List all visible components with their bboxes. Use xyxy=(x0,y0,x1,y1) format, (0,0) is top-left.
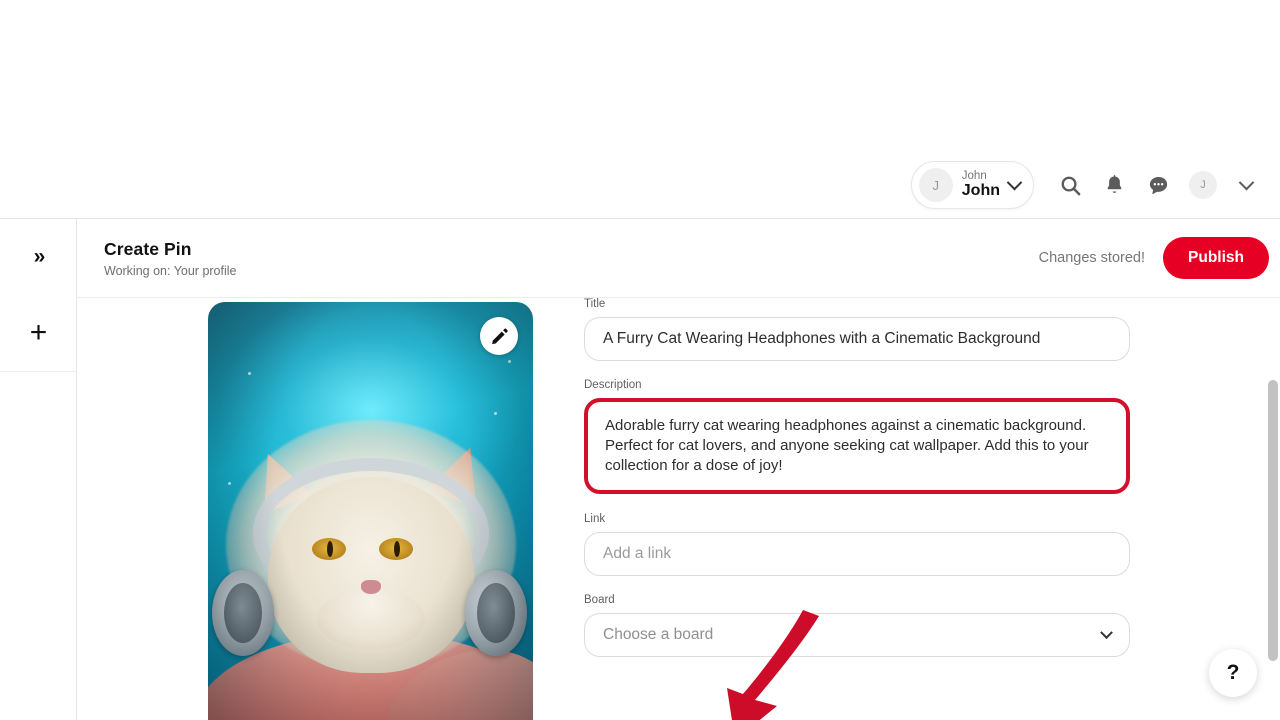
page-root: #5 J John John xyxy=(0,0,1280,720)
account-switcher[interactable]: J John John xyxy=(910,161,1034,209)
chevron-down-icon xyxy=(1100,625,1113,639)
description-label: Description xyxy=(584,379,642,391)
bell-icon xyxy=(1107,174,1121,193)
question-mark-icon: ? xyxy=(1226,661,1240,684)
save-status-text: Changes stored! xyxy=(1038,250,1146,266)
account-avatar: J xyxy=(918,168,953,202)
rail-divider xyxy=(0,371,77,372)
account-name-primary: John xyxy=(961,182,1000,200)
account-name-secondary: John xyxy=(961,170,987,183)
edit-image-button[interactable] xyxy=(480,317,518,355)
board-label: Board xyxy=(584,594,615,606)
publish-button[interactable]: Publish xyxy=(1163,237,1269,279)
pin-form: Title A Furry Cat Wearing Headphones wit… xyxy=(584,298,1144,657)
pin-image-preview[interactable] xyxy=(208,302,533,720)
board-select-value: Choose a board xyxy=(603,626,714,643)
title-field-group: Title A Furry Cat Wearing Headphones wit… xyxy=(584,298,1144,361)
top-bar-actions: J John John J xyxy=(910,160,1268,210)
search-button[interactable] xyxy=(1048,163,1092,207)
create-new-button[interactable]: + xyxy=(0,295,77,371)
expand-sidebar-button[interactable]: » xyxy=(0,219,77,295)
header-actions: Changes stored! Publish xyxy=(1039,237,1269,279)
account-names: John John xyxy=(962,170,1000,200)
description-field-group: Description Adorable furry cat wearing h… xyxy=(584,379,1144,494)
description-input[interactable]: Adorable furry cat wearing headphones ag… xyxy=(584,398,1130,494)
image-vignette xyxy=(208,302,533,720)
chat-bubble-icon xyxy=(1149,176,1167,194)
board-field-group: Board Choose a board xyxy=(584,594,1144,657)
app-frame: » + Create Pin Working on: Your profile … xyxy=(0,218,1280,720)
notifications-button[interactable] xyxy=(1092,163,1136,207)
link-field-group: Link Add a link xyxy=(584,513,1144,576)
page-title: Create Pin xyxy=(104,238,192,259)
title-input[interactable]: A Furry Cat Wearing Headphones with a Ci… xyxy=(584,317,1130,361)
profile-avatar[interactable]: J xyxy=(1189,171,1217,199)
double-chevron-right-icon: » xyxy=(33,245,46,268)
link-label: Link xyxy=(584,513,606,525)
pencil-icon xyxy=(491,328,508,344)
header-titles: Create Pin Working on: Your profile xyxy=(104,239,237,278)
left-rail: » + xyxy=(0,219,77,720)
help-button[interactable]: ? xyxy=(1209,649,1257,697)
vertical-scrollbar[interactable] xyxy=(1268,380,1278,661)
title-label: Title xyxy=(584,298,606,310)
content-header: Create Pin Working on: Your profile Chan… xyxy=(77,219,1280,298)
chevron-down-icon xyxy=(1006,174,1023,190)
plus-icon: + xyxy=(29,316,48,349)
search-icon xyxy=(1061,176,1080,195)
board-select[interactable]: Choose a board xyxy=(584,613,1130,657)
page-subtitle: Working on: Your profile xyxy=(104,263,237,278)
link-input[interactable]: Add a link xyxy=(584,532,1130,576)
messages-button[interactable] xyxy=(1136,163,1180,207)
chevron-down-icon xyxy=(1238,174,1254,190)
profile-menu-button[interactable] xyxy=(1224,163,1268,207)
content-body: Title A Furry Cat Wearing Headphones wit… xyxy=(77,298,1280,720)
top-bar: J John John J xyxy=(0,0,1280,218)
